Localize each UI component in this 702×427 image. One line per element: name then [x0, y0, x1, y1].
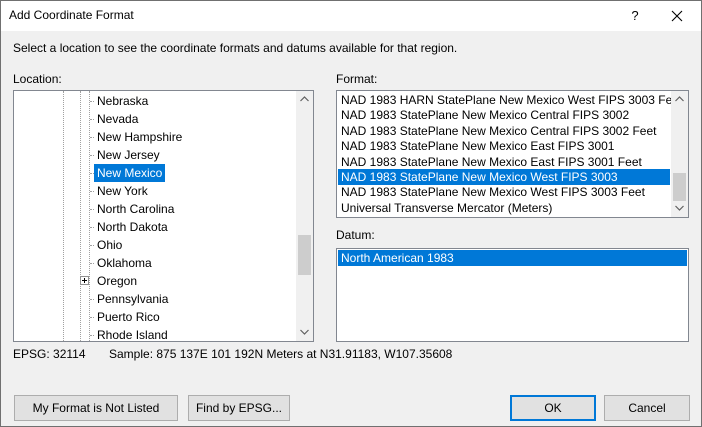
format-not-listed-button[interactable]: My Format is Not Listed — [14, 395, 178, 421]
format-item[interactable]: NAD 1983 StatePlane New Mexico Central F… — [338, 123, 670, 139]
location-item[interactable]: Nebraska — [94, 92, 151, 110]
tree-guide-line — [63, 91, 64, 341]
scroll-down-button[interactable] — [296, 324, 313, 341]
location-item[interactable]: Oklahoma — [94, 254, 155, 272]
find-by-epsg-button[interactable]: Find by EPSG... — [188, 395, 290, 421]
location-item[interactable]: New Mexico — [94, 164, 166, 182]
format-item[interactable]: NAD 1983 StatePlane New Mexico East FIPS… — [338, 138, 670, 154]
title-bar: Add Coordinate Format ? — [1, 1, 701, 31]
scroll-thumb[interactable] — [298, 235, 311, 275]
instruction-text: Select a location to see the coordinate … — [13, 41, 458, 55]
help-button[interactable]: ? — [623, 5, 647, 27]
format-scrollbar[interactable] — [671, 91, 688, 217]
ok-button[interactable]: OK — [510, 395, 596, 421]
format-item[interactable]: NAD 1983 StatePlane New Mexico West FIPS… — [338, 184, 670, 200]
cancel-button[interactable]: Cancel — [604, 395, 690, 421]
location-item[interactable]: Oregon — [94, 272, 140, 290]
sample-coordinates: Sample: 875 137E 101 192N Meters at N31.… — [109, 347, 453, 361]
location-tree[interactable]: Nebraska Nevada New Hampshire New Jersey New… — [13, 90, 314, 342]
chevron-down-icon — [300, 329, 309, 335]
format-item[interactable]: NAD 1983 StatePlane New Mexico Central F… — [338, 107, 670, 123]
datum-list[interactable]: North American 1983 — [336, 248, 689, 342]
format-item[interactable]: NAD 1983 StatePlane New Mexico East FIPS… — [338, 154, 670, 170]
chevron-down-icon — [675, 205, 684, 211]
location-item[interactable]: New Hampshire — [94, 128, 185, 146]
location-scrollbar[interactable] — [296, 91, 313, 341]
location-item[interactable]: Puerto Rico — [94, 308, 163, 326]
location-label: Location: — [13, 72, 62, 86]
tree-guide-line — [89, 91, 90, 341]
expand-plus-icon[interactable] — [80, 276, 89, 285]
datum-item[interactable]: North American 1983 — [338, 250, 687, 266]
tree-guide-line — [80, 91, 81, 341]
datum-label: Datum: — [336, 228, 375, 242]
tree-connector-line — [90, 137, 94, 138]
add-coordinate-format-dialog: Add Coordinate Format ? Select a locatio… — [0, 0, 702, 427]
close-icon — [671, 10, 683, 22]
tree-connector-line — [90, 317, 94, 318]
scroll-down-button[interactable] — [671, 200, 688, 217]
location-item[interactable]: North Carolina — [94, 200, 177, 218]
scroll-thumb[interactable] — [673, 173, 686, 201]
scroll-up-button[interactable] — [671, 91, 688, 108]
tree-connector-line — [90, 119, 94, 120]
tree-connector-line — [90, 263, 94, 264]
format-label: Format: — [336, 72, 378, 86]
tree-connector-line — [90, 299, 94, 300]
tree-connector-line — [90, 173, 94, 174]
location-item[interactable]: Pennsylvania — [94, 290, 171, 308]
chevron-up-icon — [300, 96, 309, 102]
epsg-code: EPSG: 32114 — [13, 347, 86, 361]
format-item[interactable]: NAD 1983 HARN StatePlane New Mexico West… — [338, 92, 682, 108]
tree-connector-line — [90, 335, 94, 336]
format-list[interactable]: NAD 1983 HARN StatePlane New Mexico West… — [336, 90, 689, 218]
tree-connector-line — [90, 245, 94, 246]
tree-connector-line — [90, 191, 94, 192]
location-item[interactable]: New York — [94, 182, 151, 200]
location-item[interactable]: Rhode Island — [94, 326, 171, 341]
location-item[interactable]: North Dakota — [94, 218, 171, 236]
location-item[interactable]: Nevada — [94, 110, 141, 128]
tree-connector-line — [90, 209, 94, 210]
location-item[interactable]: Ohio — [94, 236, 125, 254]
tree-connector-line — [90, 227, 94, 228]
format-item[interactable]: NAD 1983 StatePlane New Mexico West FIPS… — [338, 169, 670, 185]
tree-connector-line — [90, 155, 94, 156]
tree-connector-line — [90, 101, 94, 102]
scroll-up-button[interactable] — [296, 91, 313, 108]
window-title: Add Coordinate Format — [9, 8, 134, 22]
format-item[interactable]: Universal Transverse Mercator (Meters) — [338, 200, 670, 216]
chevron-up-icon — [675, 96, 684, 102]
close-button[interactable] — [665, 5, 689, 27]
location-item[interactable]: New Jersey — [94, 146, 163, 164]
